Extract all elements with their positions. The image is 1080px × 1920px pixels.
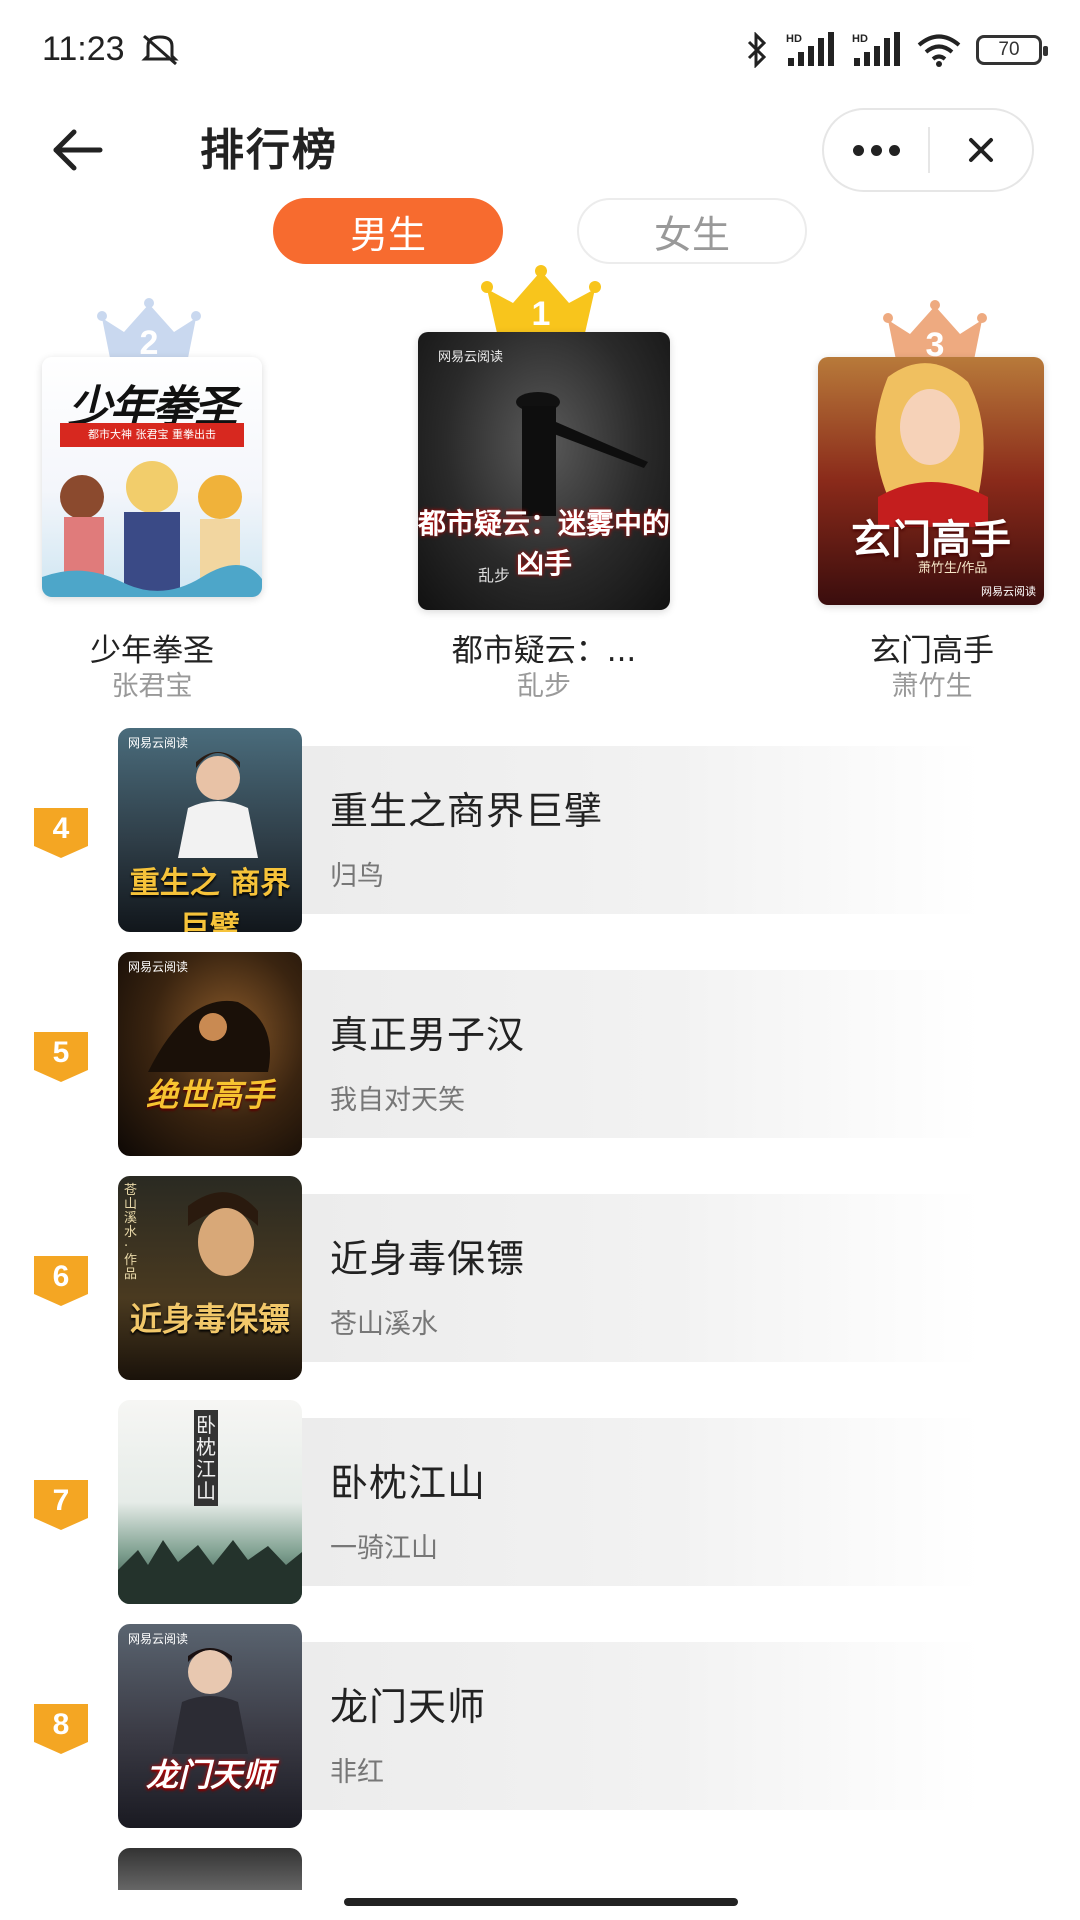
- rank-badge-icon: 8: [34, 1704, 88, 1754]
- cover-title: 重生之 商界巨擘: [129, 866, 291, 932]
- rank-number: 5: [52, 1036, 70, 1069]
- book-author: 我自对天笑: [330, 1085, 465, 1116]
- crown-icon: 2: [97, 298, 201, 360]
- book-cover[interactable]: 少年拳圣 都市大神 张君宝 重拳出击: [42, 357, 262, 597]
- book-author: 一骑江山: [330, 1533, 438, 1564]
- cover-title: 绝世高手: [145, 1076, 274, 1114]
- book-title: 近身毒保镖: [330, 1237, 526, 1281]
- list-item[interactable]: 5 网易云阅读 绝世高手 真正男子汉 我自对天笑: [0, 952, 1080, 1156]
- list-item[interactable]: 6 苍山溪水·作品 近身毒保镖 近身毒保镖 苍山溪水: [0, 1176, 1080, 1380]
- page-title: 排行榜: [200, 125, 338, 176]
- rank-badge-icon: 5: [34, 1032, 88, 1082]
- status-icons: HD HD 70: [744, 28, 1048, 72]
- book-cover[interactable]: 网易云阅读 绝世高手: [118, 952, 302, 1156]
- tab-female[interactable]: 女生: [577, 198, 807, 264]
- home-indicator[interactable]: [344, 1898, 738, 1906]
- cover-author: 萧竹生/作品: [918, 561, 988, 576]
- cover-illustration: [148, 1000, 270, 1072]
- tab-male[interactable]: 男生: [273, 198, 503, 264]
- crown-icon: 1: [481, 265, 601, 333]
- podium-rank-2: 2: [140, 324, 159, 360]
- book-author: 张君宝: [111, 671, 193, 702]
- signal-icon: HD: [852, 32, 900, 66]
- podium-rank-1: 1: [532, 295, 551, 333]
- book-author: 归鸟: [330, 861, 384, 892]
- cover-author: 乱步: [478, 566, 511, 585]
- book-cover[interactable]: 卧枕江山: [118, 1400, 302, 1604]
- cover-title: 近身毒保镖: [129, 1300, 290, 1338]
- bluetooth-icon: [747, 32, 767, 68]
- cover-illustration: [172, 1648, 248, 1754]
- nav-header: 排行榜: [0, 98, 1080, 208]
- battery-icon: 70: [976, 35, 1048, 65]
- book-author: 萧竹生: [891, 671, 973, 702]
- book-cover[interactable]: 网易云阅读 都市疑云：迷雾中的凶手 乱步: [418, 332, 670, 610]
- cover-illustration: [188, 1192, 258, 1276]
- cover-illustration: [42, 461, 262, 597]
- battery-level: 70: [998, 39, 1020, 60]
- close-button[interactable]: [930, 110, 1032, 190]
- book-author: 乱步: [517, 671, 571, 702]
- book-cover[interactable]: 玄门高手 萧竹生/作品 网易云阅读: [818, 357, 1044, 605]
- cover-title: 卧枕江山: [194, 1410, 218, 1506]
- mini-program-capsule: [822, 108, 1034, 192]
- rank-badge-icon: 6: [34, 1256, 88, 1306]
- close-icon: [969, 138, 993, 162]
- cover-title: 都市疑云：迷雾中的凶手: [418, 507, 670, 580]
- book-author: 非红: [330, 1757, 384, 1788]
- book-title: 卧枕江山: [330, 1461, 487, 1505]
- signal-hd-label: HD: [852, 33, 868, 45]
- back-arrow-icon[interactable]: [48, 120, 108, 180]
- rank-number: 4: [52, 812, 70, 845]
- book-title: 真正男子汉: [330, 1013, 526, 1057]
- cover-subtitle: 都市大神 张君宝 重拳出击: [60, 423, 244, 447]
- list-item[interactable]: 7 卧枕江山 卧枕江山 一骑江山: [0, 1400, 1080, 1604]
- cover-illustration: [118, 1540, 302, 1604]
- cover-illustration: [516, 392, 648, 516]
- signal-hd-label: HD: [786, 33, 802, 45]
- more-dots-icon[interactable]: [824, 110, 928, 190]
- rank-number: 7: [52, 1484, 70, 1517]
- book-cover-partial[interactable]: [118, 1848, 302, 1890]
- rank-number: 8: [52, 1708, 70, 1741]
- wifi-icon: [917, 34, 961, 67]
- list-item[interactable]: 4 网易云阅读 重生之 商界巨擘 重生之商界巨擘 归鸟: [0, 728, 1080, 932]
- cover-brand: 网易云阅读: [981, 585, 1036, 598]
- book-title: 龙门天师: [330, 1685, 487, 1729]
- status-bar: 11:23 HD HD 70: [0, 0, 1080, 100]
- cover-illustration: [178, 752, 258, 858]
- rank-number: 6: [52, 1260, 70, 1293]
- book-author: 苍山溪水: [330, 1309, 438, 1340]
- status-time: 11:23: [42, 30, 125, 68]
- signal-icon: HD: [786, 32, 834, 66]
- cover-brand: 网易云阅读: [438, 350, 504, 365]
- rank-badge-icon: 7: [34, 1480, 88, 1530]
- book-cover[interactable]: 网易云阅读 重生之 商界巨擘: [118, 728, 302, 932]
- list-item[interactable]: 8 网易云阅读 龙门天师 龙门天师 非红: [0, 1624, 1080, 1828]
- cover-title: 龙门天师: [145, 1756, 274, 1794]
- crown-icon: 3: [883, 300, 987, 362]
- cover-illustration: [875, 363, 988, 527]
- book-title: 重生之商界巨擘: [330, 789, 604, 833]
- book-cover[interactable]: 苍山溪水·作品 近身毒保镖: [118, 1176, 302, 1380]
- mute-icon: [141, 34, 179, 66]
- book-cover[interactable]: 网易云阅读 龙门天师: [118, 1624, 302, 1828]
- rank-badge-icon: 4: [34, 808, 88, 858]
